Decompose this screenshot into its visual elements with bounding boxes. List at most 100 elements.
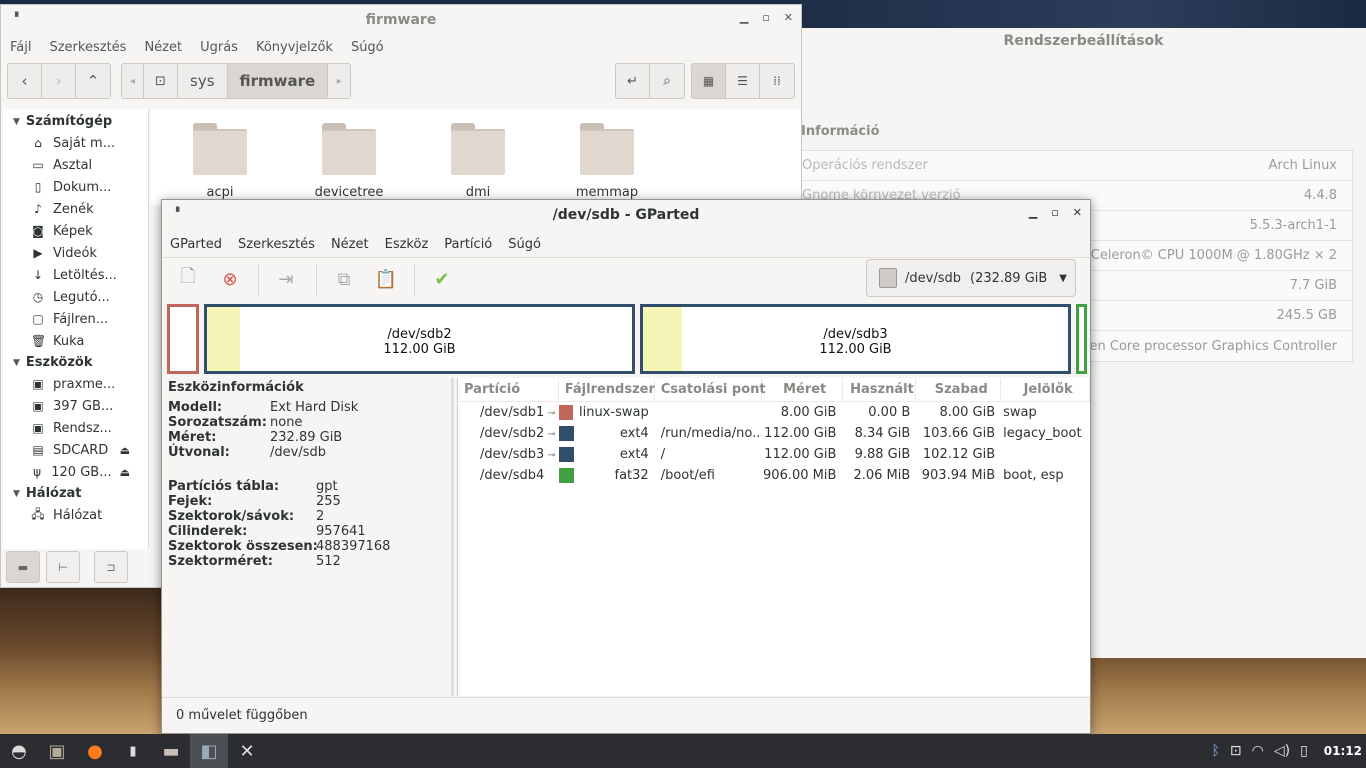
sidebar-item[interactable]: 🗑 Kuka [3,330,148,352]
bluetooth-icon[interactable]: ᛒ [1211,743,1219,759]
column-header[interactable]: Fájlrendszer [559,377,655,402]
menu-1[interactable]: Szerkesztés [238,237,315,252]
table-row[interactable]: /dev/sdb4 fat32/boot/efi 906.00 MiB 2.06 Mi… [458,465,1090,486]
sidebar-item[interactable]: ♪ Zenék [3,198,148,220]
device-info-value: /dev/sdb [270,445,326,460]
sidebar-item[interactable]: 🖧 Hálózat [3,504,148,526]
search-icon[interactable]: ⌕ [650,64,684,98]
sidebar-item[interactable]: ▢ Fájlren... [3,308,148,330]
sidebar-item[interactable]: ▯ Dokum... [3,176,148,198]
eject-icon[interactable]: ⏏ [120,444,130,457]
menu-2[interactable]: Nézet [331,237,369,252]
removable-drive-icon[interactable]: ⊡ [1230,743,1242,759]
column-header[interactable]: Csatolási pont [655,377,766,402]
breadcrumb-firmware[interactable]: firmware [227,64,329,98]
settings-tools-icon[interactable]: ✕ [228,734,266,768]
folder-item[interactable]: dmi [428,123,528,200]
clock[interactable]: 01:12 [1324,744,1362,758]
menu-3[interactable]: Ugrás [200,40,238,55]
close-button[interactable]: ✕ [1073,206,1082,219]
apply-icon[interactable]: ✔ [426,264,458,294]
breadcrumb-sys[interactable]: sys [178,64,228,98]
app-menu-icon[interactable]: ◓ [0,734,38,768]
column-header[interactable]: Partíció [458,377,559,402]
minimize-button[interactable]: ▁ [740,11,748,24]
wifi-icon[interactable]: ◠ [1252,743,1264,759]
close-sidebar-icon[interactable]: ⊐ [94,551,128,583]
icon-view-icon[interactable]: ▦ [692,64,726,98]
sidebar-item[interactable]: ▣ 397 GB... [3,395,148,417]
back-button[interactable]: ‹ [8,64,42,98]
menu-2[interactable]: Nézet [144,40,182,55]
sidebar-item[interactable]: ◷ Legutó... [3,286,148,308]
table-row[interactable]: /dev/sdb1 ⊸ linux-swap 8.00 GiB 0.00 B 8.00 G… [458,402,1090,423]
delete-partition-icon[interactable]: ⊗ [214,264,246,294]
breadcrumb-right-arrow[interactable]: ▸ [328,64,350,98]
copy-icon[interactable]: ⧉ [328,264,360,294]
column-header[interactable]: Szabad [916,377,1002,402]
table-row[interactable]: /dev/sdb2 ⊸ ext4/run/media/no... 112.00 GiB… [458,423,1090,444]
compact-view-icon[interactable]: ⁞⁞ [760,64,794,98]
menu-4[interactable]: Partíció [444,237,492,252]
column-header[interactable]: Jelölők [1001,377,1090,402]
column-header[interactable]: Méret [762,377,843,402]
eject-icon[interactable]: ⏏ [120,466,130,479]
list-view-icon[interactable]: ☰ [726,64,760,98]
window-menu-icon[interactable]: ▘ [176,208,183,218]
column-header[interactable]: Használt [843,377,917,402]
device-selector[interactable]: /dev/sdb (232.89 GiB ▼ [866,259,1076,297]
sidebar-header-computer[interactable]: ▼ Számítógép [3,111,148,132]
sidebar-item[interactable]: ▭ Asztal [3,154,148,176]
menu-0[interactable]: GParted [170,237,222,252]
firefox-icon[interactable]: ● [76,734,114,768]
show-desktop-icon[interactable]: ▣ [38,734,76,768]
breadcrumb-left-arrow[interactable]: ◂ [122,64,144,98]
sidebar-item[interactable]: ▶ Videók [3,242,148,264]
table-row[interactable]: /dev/sdb3 ⊸ ext4 / 112.00 GiB 9.88 GiB 102.12 … [458,444,1090,465]
forward-button[interactable]: › [42,64,76,98]
menu-5[interactable]: Súgó [508,237,541,252]
partition-block-sdb1[interactable] [167,304,199,374]
partition-block-sdb3[interactable]: /dev/sdb3 112.00 GiB [640,304,1071,374]
menu-0[interactable]: Fájl [10,40,31,55]
files-icon[interactable]: ▬ [152,734,190,768]
battery-icon[interactable]: ▯ [1300,743,1308,759]
window-menu-icon[interactable]: ▘ [15,13,22,23]
file-manager-titlebar[interactable]: ▘ firmware ▁ ▫ ✕ [1,5,801,35]
volume-icon[interactable]: ◁) [1274,743,1290,759]
resize-move-icon[interactable]: ⇥ [270,264,302,294]
terminal-icon[interactable]: ▮ [114,734,152,768]
file-view[interactable]: acpi devicetree dmi memmap [151,109,801,205]
sidebar-header-network[interactable]: ▼ Hálózat [3,483,148,504]
minimize-button[interactable]: ▁ [1029,206,1037,219]
maximize-button[interactable]: ▫ [762,11,769,24]
tree-view-icon[interactable]: ⊢ [46,551,80,583]
sidebar-item[interactable]: ψ 120 GB... ⏏ [3,461,148,483]
sidebar-item[interactable]: ▤ SDCARD ⏏ [3,439,148,461]
sidebar-item[interactable]: ▣ praxme... [3,373,148,395]
new-partition-icon[interactable]: 🗋 [172,264,204,294]
partition-block-sdb2[interactable]: /dev/sdb2 112.00 GiB [204,304,635,374]
sidebar-item[interactable]: ↓ Letöltés... [3,264,148,286]
sidebar-header-devices[interactable]: ▼ Eszközök [3,352,148,373]
menu-3[interactable]: Eszköz [385,237,429,252]
partition-block-sdb4[interactable] [1076,304,1087,374]
folder-item[interactable]: memmap [557,123,657,200]
menu-5[interactable]: Súgó [351,40,384,55]
root-drive-icon[interactable]: ⊡ [144,64,178,98]
sidebar-item[interactable]: ⌂ Saját m... [3,132,148,154]
gparted-task-icon[interactable]: ◧ [190,734,228,768]
close-button[interactable]: ✕ [784,11,793,24]
maximize-button[interactable]: ▫ [1051,206,1058,219]
folder-item[interactable]: acpi [170,123,270,200]
sidebar-item[interactable]: ▣ Rendsz... [3,417,148,439]
paste-icon[interactable]: 📋 [370,264,402,294]
location-toggle-icon[interactable]: ↵ [616,64,650,98]
places-view-icon[interactable]: ▬ [6,551,40,583]
sidebar-item[interactable]: ◙ Képek [3,220,148,242]
menu-4[interactable]: Könyvjelzők [256,40,333,55]
folder-item[interactable]: devicetree [299,123,399,200]
gparted-titlebar[interactable]: ▘ /dev/sdb - GParted ▁ ▫ ✕ [162,200,1090,230]
up-button[interactable]: ⌃ [76,64,110,98]
menu-1[interactable]: Szerkesztés [49,40,126,55]
